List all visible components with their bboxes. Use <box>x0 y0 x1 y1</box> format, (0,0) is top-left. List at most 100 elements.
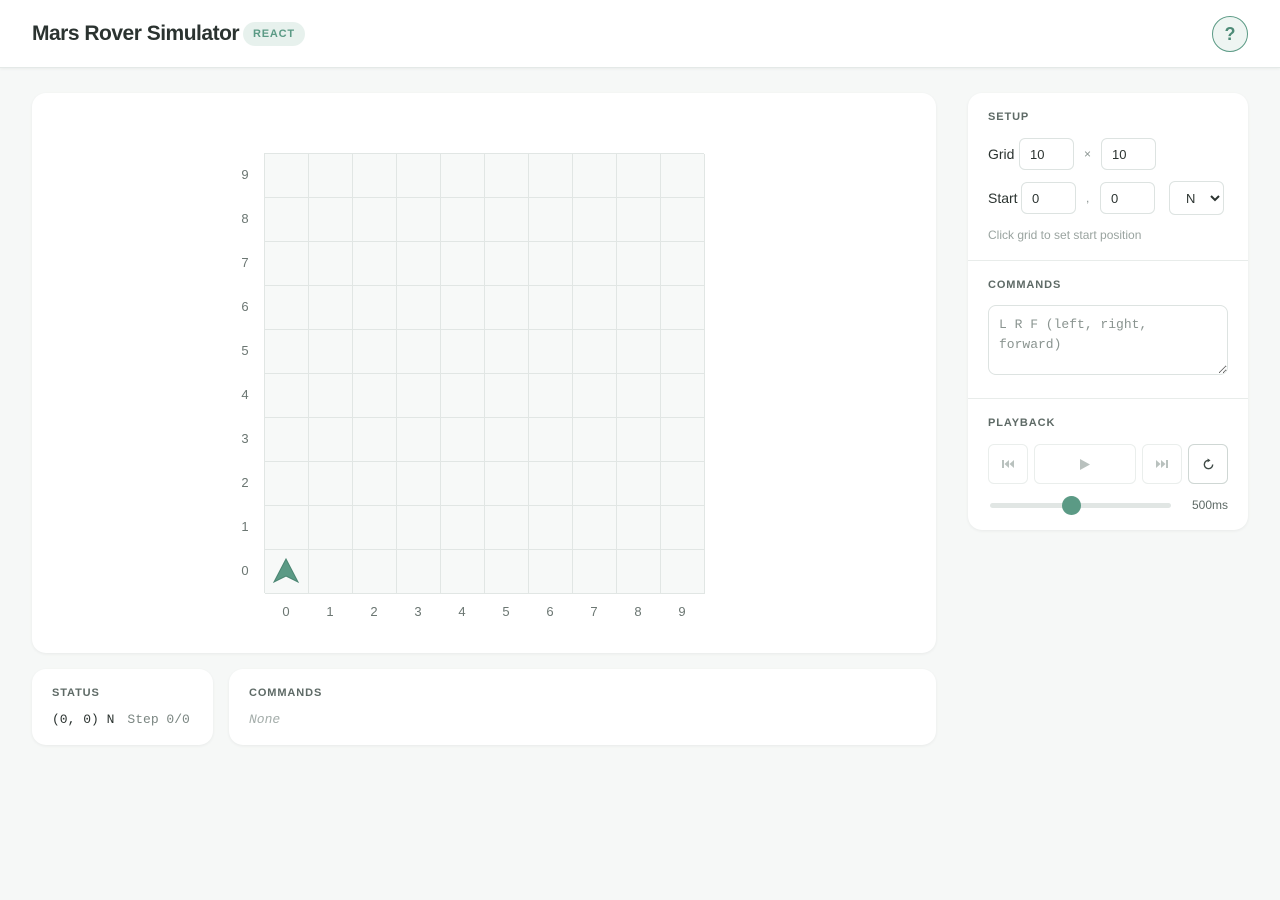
grid-cell[interactable] <box>265 286 309 330</box>
grid-cell[interactable] <box>529 198 573 242</box>
grid-cell[interactable] <box>441 374 485 418</box>
grid-cell[interactable] <box>441 242 485 286</box>
start-x-input[interactable] <box>1021 182 1076 214</box>
grid-cell[interactable] <box>353 198 397 242</box>
grid-cell[interactable] <box>529 286 573 330</box>
grid-cell[interactable] <box>353 506 397 550</box>
grid-cell[interactable] <box>265 330 309 374</box>
grid-cell[interactable] <box>309 506 353 550</box>
grid-cell[interactable] <box>617 330 661 374</box>
start-y-input[interactable] <box>1100 182 1155 214</box>
grid-cell[interactable] <box>617 242 661 286</box>
grid-cell[interactable] <box>265 418 309 462</box>
grid-cell[interactable] <box>485 154 529 198</box>
reset-button[interactable] <box>1188 444 1228 484</box>
grid-cell[interactable] <box>441 330 485 374</box>
grid-cell[interactable] <box>617 550 661 594</box>
grid-cell[interactable] <box>265 374 309 418</box>
grid-cell[interactable] <box>485 462 529 506</box>
grid-cell[interactable] <box>353 286 397 330</box>
grid-cell[interactable] <box>397 550 441 594</box>
grid-cell[interactable] <box>661 418 705 462</box>
grid-cell[interactable] <box>309 330 353 374</box>
grid-cell[interactable] <box>441 154 485 198</box>
grid-cell[interactable] <box>265 506 309 550</box>
grid-cell[interactable] <box>529 242 573 286</box>
commands-input[interactable] <box>988 305 1228 375</box>
grid-cell[interactable] <box>353 462 397 506</box>
grid-cell[interactable] <box>353 418 397 462</box>
grid-cell[interactable] <box>353 374 397 418</box>
grid-cell[interactable] <box>661 550 705 594</box>
grid-cell[interactable] <box>397 242 441 286</box>
grid-cell[interactable] <box>573 506 617 550</box>
grid-cell[interactable] <box>485 506 529 550</box>
grid-cell[interactable] <box>661 462 705 506</box>
direction-select[interactable]: N <box>1169 181 1224 215</box>
grid-cell[interactable] <box>265 198 309 242</box>
grid-cell[interactable] <box>309 418 353 462</box>
grid-cell[interactable] <box>617 506 661 550</box>
skip-to-start-button[interactable] <box>988 444 1028 484</box>
grid-cell[interactable] <box>441 286 485 330</box>
grid-cell[interactable] <box>573 462 617 506</box>
grid-height-input[interactable] <box>1101 138 1156 170</box>
grid-cell[interactable] <box>617 374 661 418</box>
speed-slider-thumb[interactable] <box>1061 496 1081 515</box>
grid-cell[interactable] <box>441 550 485 594</box>
grid-cell[interactable] <box>397 198 441 242</box>
grid-cell[interactable] <box>573 154 617 198</box>
grid-cell[interactable] <box>441 418 485 462</box>
grid-cell[interactable] <box>661 330 705 374</box>
grid-cell[interactable] <box>617 418 661 462</box>
grid-cell[interactable] <box>573 330 617 374</box>
grid-cell[interactable] <box>397 506 441 550</box>
grid-cell[interactable] <box>397 286 441 330</box>
help-button[interactable]: ? <box>1212 16 1248 52</box>
grid-cell[interactable] <box>573 242 617 286</box>
grid-cell[interactable] <box>661 286 705 330</box>
grid-cell[interactable] <box>661 374 705 418</box>
play-button[interactable] <box>1034 444 1136 484</box>
grid-cell[interactable] <box>485 374 529 418</box>
grid-cell[interactable] <box>617 198 661 242</box>
grid-cell[interactable] <box>617 286 661 330</box>
grid-width-input[interactable] <box>1019 138 1074 170</box>
grid-cell[interactable] <box>661 242 705 286</box>
grid-cell[interactable] <box>397 462 441 506</box>
grid-cell[interactable] <box>573 286 617 330</box>
grid-cell[interactable] <box>441 506 485 550</box>
grid-cell[interactable] <box>529 374 573 418</box>
grid-cell[interactable] <box>309 242 353 286</box>
grid-cell[interactable] <box>265 154 309 198</box>
grid-cell[interactable] <box>529 550 573 594</box>
grid-cell[interactable] <box>529 418 573 462</box>
skip-to-end-button[interactable] <box>1142 444 1182 484</box>
grid-cell[interactable] <box>485 330 529 374</box>
grid-cell[interactable] <box>617 154 661 198</box>
grid-cell[interactable] <box>397 154 441 198</box>
grid-cell[interactable] <box>397 418 441 462</box>
grid-cell[interactable] <box>265 462 309 506</box>
grid-cell[interactable] <box>573 198 617 242</box>
grid-cell[interactable] <box>529 330 573 374</box>
grid-cell[interactable] <box>485 418 529 462</box>
grid-cell[interactable] <box>617 462 661 506</box>
grid-cell[interactable] <box>397 330 441 374</box>
grid-cell[interactable] <box>265 242 309 286</box>
grid-cell[interactable] <box>353 550 397 594</box>
grid-cell[interactable] <box>529 506 573 550</box>
grid-cell[interactable] <box>309 198 353 242</box>
grid-cell[interactable] <box>485 242 529 286</box>
grid-cell[interactable] <box>573 418 617 462</box>
grid-cell[interactable] <box>309 374 353 418</box>
grid-cell[interactable] <box>441 198 485 242</box>
grid-cell[interactable] <box>529 154 573 198</box>
grid-cell[interactable] <box>309 286 353 330</box>
grid-cell[interactable] <box>573 374 617 418</box>
grid-cell[interactable] <box>309 154 353 198</box>
grid-cell[interactable] <box>661 154 705 198</box>
grid-cell[interactable] <box>485 550 529 594</box>
grid-cell[interactable] <box>309 462 353 506</box>
grid-cell[interactable] <box>661 198 705 242</box>
